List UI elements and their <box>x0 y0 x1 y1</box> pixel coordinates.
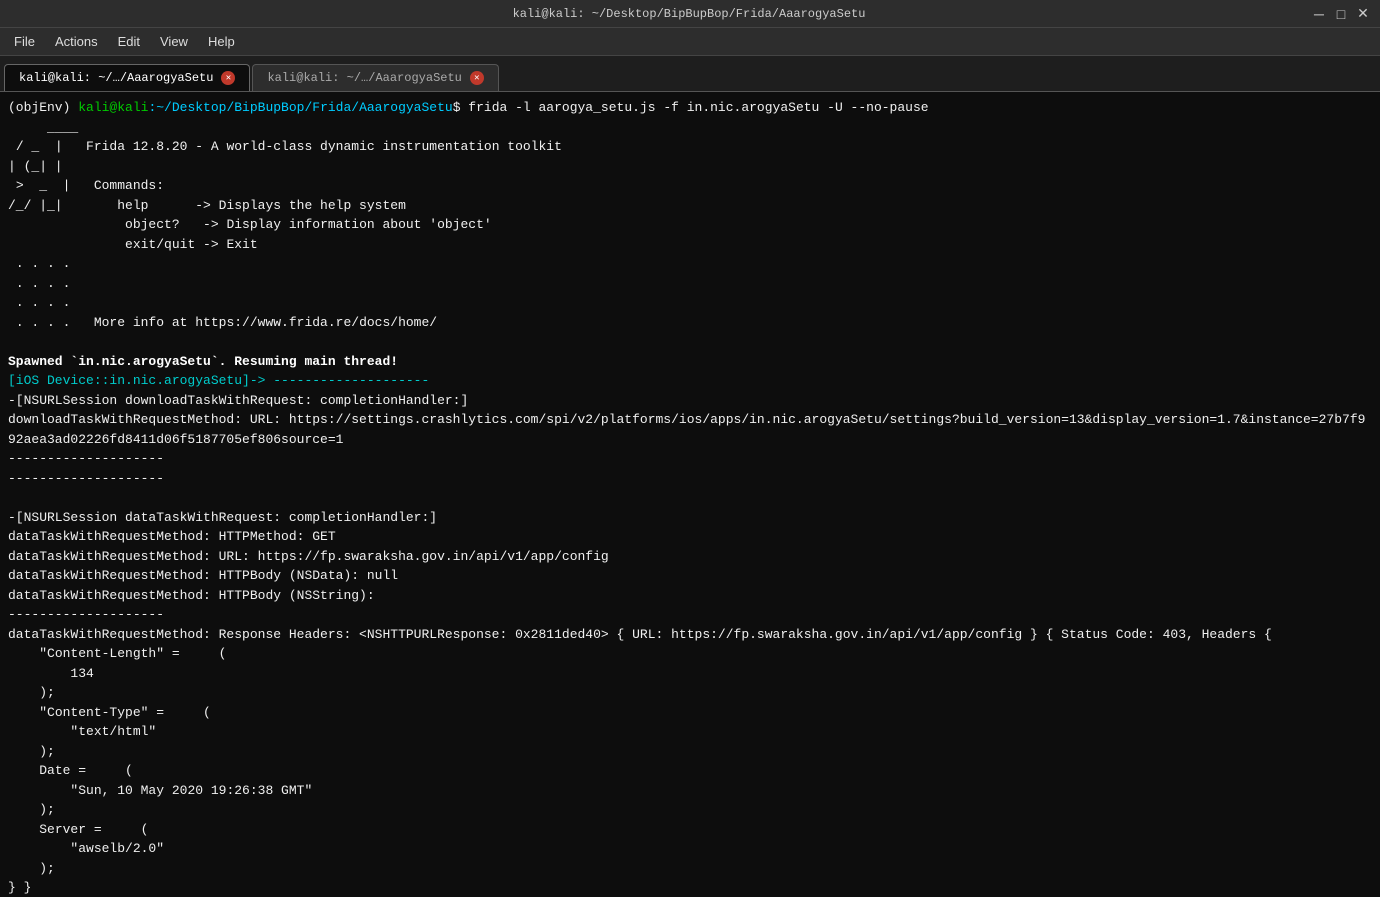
tab-2-close[interactable]: ✕ <box>470 71 484 85</box>
data-body-nsdata: dataTaskWithRequestMethod: HTTPBody (NSD… <box>8 566 1372 586</box>
close-button[interactable]: ✕ <box>1354 5 1372 23</box>
minimize-button[interactable]: ─ <box>1310 5 1328 23</box>
frida-art-4: > _ | Commands: <box>8 176 1372 196</box>
download-url-line: downloadTaskWithRequestMethod: URL: http… <box>8 410 1372 449</box>
frida-art-2: / _ | Frida 12.8.20 - A world-class dyna… <box>8 137 1372 157</box>
nsurlsession-data: -[NSURLSession dataTaskWithRequest: comp… <box>8 508 1372 528</box>
frida-dots-3: . . . . <box>8 293 1372 313</box>
header-date-val: "Sun, 10 May 2020 19:26:38 GMT" <box>8 781 1372 801</box>
prompt-line: (objEnv) kali@kali:~/Desktop/BipBupBop/F… <box>8 98 1372 118</box>
menu-file[interactable]: File <box>4 32 45 51</box>
nsurlsession-download: -[NSURLSession downloadTaskWithRequest: … <box>8 391 1372 411</box>
tab-1-close[interactable]: ✕ <box>221 71 235 85</box>
header-date-end: ); <box>8 800 1372 820</box>
sep-1: -------------------- <box>8 449 1372 469</box>
header-content-length-end: ); <box>8 683 1372 703</box>
header-server-key: Server = ( <box>8 820 1372 840</box>
header-server-val: "awselb/2.0" <box>8 839 1372 859</box>
tab-bar: kali@kali: ~/…/AaarogyaSetu ✕ kali@kali:… <box>0 56 1380 92</box>
data-url: dataTaskWithRequestMethod: URL: https://… <box>8 547 1372 567</box>
header-date-key: Date = ( <box>8 761 1372 781</box>
spawned-line: Spawned `in.nic.arogyaSetu`. Resuming ma… <box>8 352 1372 372</box>
menu-edit[interactable]: Edit <box>108 32 150 51</box>
header-content-type-val: "text/html" <box>8 722 1372 742</box>
frida-cmd-2: exit/quit -> Exit <box>8 235 1372 255</box>
header-server-end: ); <box>8 859 1372 879</box>
menu-bar: File Actions Edit View Help <box>0 28 1380 56</box>
prompt-symbol: $ frida -l aarogya_setu.js -f in.nic.aro… <box>453 100 929 115</box>
terminal-output[interactable]: (objEnv) kali@kali:~/Desktop/BipBupBop/F… <box>0 92 1380 897</box>
header-content-length-val: 134 <box>8 664 1372 684</box>
tab-1-label: kali@kali: ~/…/AaarogyaSetu <box>19 71 213 85</box>
data-body-nsstring: dataTaskWithRequestMethod: HTTPBody (NSS… <box>8 586 1372 606</box>
header-content-type-end: ); <box>8 742 1372 762</box>
title-bar: kali@kali: ~/Desktop/BipBupBop/Frida/Aaa… <box>0 0 1380 28</box>
tab-2[interactable]: kali@kali: ~/…/AaarogyaSetu ✕ <box>252 64 498 91</box>
frida-moreinfo: . . . . More info at https://www.frida.r… <box>8 313 1372 333</box>
headers-close: } } <box>8 878 1372 897</box>
prompt-env: (objEnv) <box>8 100 78 115</box>
prompt-path: :~/Desktop/BipBupBop/Frida/AaarogyaSetu <box>148 100 452 115</box>
tab-2-label: kali@kali: ~/…/AaarogyaSetu <box>267 71 461 85</box>
window-title: kali@kali: ~/Desktop/BipBupBop/Frida/Aaa… <box>68 7 1310 21</box>
frida-art-1: ____ <box>8 118 1372 138</box>
ios-device-line: [iOS Device::in.nic.arogyaSetu]-> ------… <box>8 371 1372 391</box>
sep-3: -------------------- <box>8 605 1372 625</box>
menu-view[interactable]: View <box>150 32 198 51</box>
frida-art-3: | (_| | <box>8 157 1372 177</box>
blank-1 <box>8 332 1372 352</box>
frida-dots-2: . . . . <box>8 274 1372 294</box>
frida-dots-1: . . . . <box>8 254 1372 274</box>
prompt-user: kali@kali <box>78 100 148 115</box>
response-headers: dataTaskWithRequestMethod: Response Head… <box>8 625 1372 645</box>
header-content-type-key: "Content-Type" = ( <box>8 703 1372 723</box>
tab-1[interactable]: kali@kali: ~/…/AaarogyaSetu ✕ <box>4 64 250 91</box>
data-method: dataTaskWithRequestMethod: HTTPMethod: G… <box>8 527 1372 547</box>
window-controls: ─ □ ✕ <box>1310 5 1372 23</box>
menu-help[interactable]: Help <box>198 32 245 51</box>
blank-2 <box>8 488 1372 508</box>
maximize-button[interactable]: □ <box>1332 5 1350 23</box>
header-content-length-key: "Content-Length" = ( <box>8 644 1372 664</box>
frida-cmd-1: object? -> Display information about 'ob… <box>8 215 1372 235</box>
sep-2: -------------------- <box>8 469 1372 489</box>
menu-actions[interactable]: Actions <box>45 32 108 51</box>
frida-art-5: /_/ |_| help -> Displays the help system <box>8 196 1372 216</box>
